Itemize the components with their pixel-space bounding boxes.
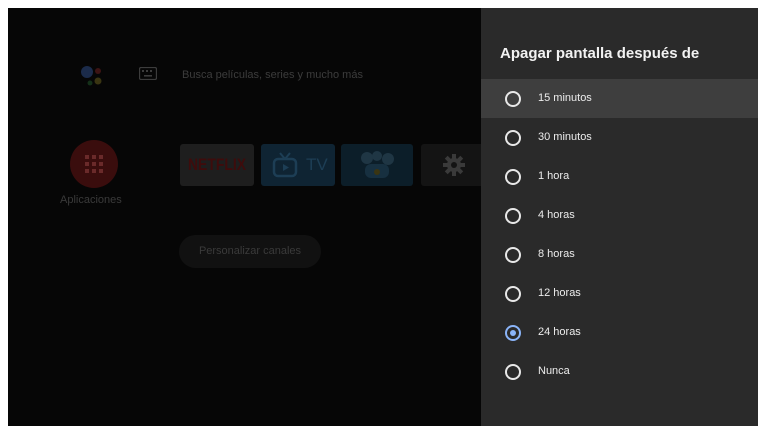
channel-games[interactable] [341, 144, 413, 186]
apps-button[interactable] [70, 140, 118, 188]
channel-netflix[interactable]: NETFLIX [180, 144, 254, 186]
google-assistant-icon[interactable] [79, 63, 105, 89]
gamepad-icon [361, 151, 394, 178]
radio-button[interactable] [505, 208, 521, 224]
channel-live-tv[interactable]: TV [261, 144, 335, 186]
option-label: Nunca [538, 365, 570, 377]
screen-off-panel: Apagar pantalla después de 15 minutos 30… [481, 8, 758, 426]
channel-settings[interactable] [421, 144, 481, 186]
option-never[interactable]: Nunca [481, 352, 758, 391]
keyboard-icon[interactable] [139, 67, 157, 80]
netflix-logo: NETFLIX [187, 155, 247, 174]
radio-button[interactable] [505, 91, 521, 107]
tv-label: TV [306, 155, 328, 174]
option-12-hours[interactable]: 12 horas [481, 274, 758, 313]
radio-button[interactable] [505, 364, 521, 380]
option-label: 24 horas [538, 326, 581, 338]
radio-button[interactable] [505, 247, 521, 263]
customize-channels-button[interactable]: Personalizar canales [179, 235, 321, 268]
option-30-minutes[interactable]: 30 minutos [481, 118, 758, 157]
panel-title: Apagar pantalla después de [500, 45, 700, 62]
radio-button[interactable] [505, 169, 521, 185]
option-15-minutes[interactable]: 15 minutos [481, 79, 758, 118]
option-label: 30 minutos [538, 131, 592, 143]
gear-icon [443, 154, 465, 176]
radio-button[interactable] [505, 286, 521, 302]
option-label: 15 minutos [538, 92, 592, 104]
option-4-hours[interactable]: 4 horas [481, 196, 758, 235]
option-label: 4 horas [538, 209, 575, 221]
option-label: 12 horas [538, 287, 581, 299]
tv-icon [272, 152, 298, 178]
home-screen: Busca películas, series y mucho más Apli… [8, 8, 481, 426]
radio-button-selected[interactable] [505, 325, 521, 341]
option-label: 8 horas [538, 248, 575, 260]
radio-button[interactable] [505, 130, 521, 146]
timeout-options-list: 15 minutos 30 minutos 1 hora 4 horas 8 h… [481, 79, 758, 391]
apps-grid-icon [85, 155, 103, 173]
tv-screen: Busca películas, series y mucho más Apli… [8, 8, 758, 426]
option-8-hours[interactable]: 8 horas [481, 235, 758, 274]
apps-label: Aplicaciones [60, 194, 122, 206]
option-label: 1 hora [538, 170, 570, 182]
option-1-hour[interactable]: 1 hora [481, 157, 758, 196]
option-24-hours[interactable]: 24 horas [481, 313, 758, 352]
search-hint[interactable]: Busca películas, series y mucho más [182, 69, 363, 81]
